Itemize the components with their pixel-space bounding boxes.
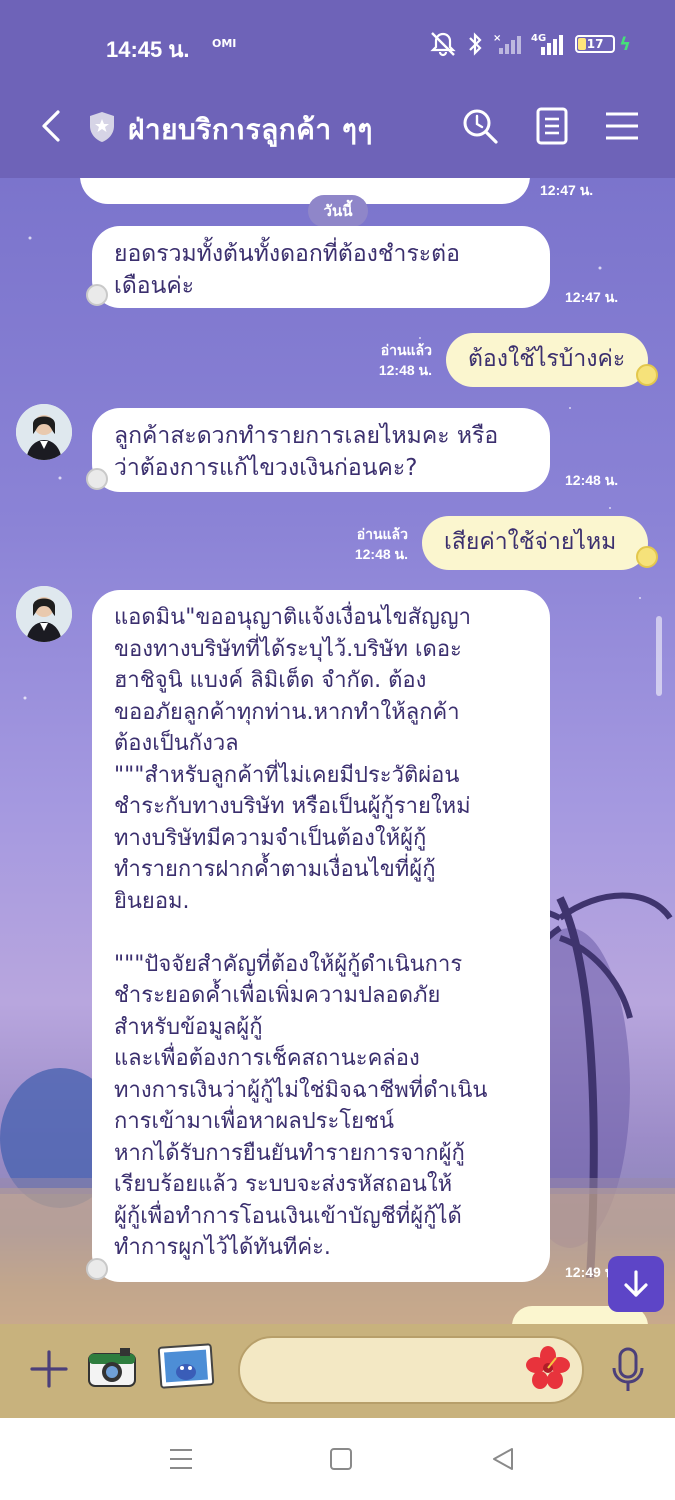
avatar-image (16, 586, 72, 642)
sender-sticker-icon (86, 1258, 108, 1280)
camera-button[interactable] (86, 1342, 138, 1394)
scrollbar[interactable] (656, 616, 662, 696)
status-time: 14:45 น. (106, 37, 190, 62)
message-bubble[interactable] (80, 178, 530, 204)
system-nav-bar (0, 1418, 675, 1500)
chat-title: ฝ่ายบริการลูกค้า ๆๆ (128, 113, 373, 146)
emoji-button[interactable] (524, 1344, 572, 1392)
back-button[interactable] (32, 106, 72, 146)
message-bubble[interactable]: ลูกค้าสะดวกทำรายการเลยไหมคะ หรือ ว่าต้อง… (92, 408, 550, 492)
sender-sticker-icon (86, 468, 108, 490)
chat-header: ฝ่ายบริการลูกค้า ๆๆ (0, 76, 675, 178)
chat-area[interactable]: 12:47 น. วันนี้ ยอดรวมทั้งต้นทั้งดอกที่ต… (0, 178, 675, 1324)
svg-text:×: × (493, 33, 501, 44)
read-label: อ่านแล้ว (380, 342, 432, 358)
input-bar (0, 1324, 675, 1418)
date-chip: วันนี้ (308, 195, 368, 227)
microphone-button[interactable] (608, 1346, 648, 1394)
charging-icon: ϟ (619, 33, 631, 55)
message-bubble[interactable]: ยอดรวมทั้งต้นทั้งดอกที่ต้องชำระต่อ เดือน… (92, 226, 550, 308)
menu-button[interactable] (602, 106, 642, 146)
svg-text:4G: 4G (531, 33, 546, 44)
agent-avatar[interactable] (16, 404, 72, 460)
battery-icon: 17 (575, 35, 616, 53)
back-nav-button[interactable] (488, 1444, 518, 1474)
read-label: อ่านแล้ว (356, 526, 408, 542)
avatar-image (16, 404, 72, 460)
message-time: 12:48 น. (565, 472, 619, 488)
agent-avatar[interactable] (16, 586, 72, 642)
signal-weak-icon: × (493, 33, 522, 54)
search-button[interactable] (460, 106, 500, 146)
gallery-button[interactable] (156, 1342, 216, 1392)
message-bubble-mine[interactable]: เสียค่าใช้จ่ายไหม (422, 516, 648, 570)
message-time: 12:48 น. (378, 362, 432, 378)
receiver-sticker-icon (636, 364, 658, 386)
status-icons: × 4G 17 ϟ (429, 30, 631, 58)
scroll-down-button[interactable] (608, 1256, 664, 1312)
notes-button[interactable] (532, 106, 572, 146)
read-receipt: อ่านแล้ว 12:48 น. (360, 340, 432, 380)
message-time: 12:48 น. (354, 546, 408, 562)
plus-button[interactable] (28, 1348, 70, 1390)
signal-4g-icon: 4G (531, 33, 564, 55)
sender-sticker-icon (86, 284, 108, 306)
receiver-sticker-icon (636, 546, 658, 568)
shield-icon (90, 112, 114, 142)
status-carrier: OMI (212, 37, 237, 50)
mute-icon (430, 32, 456, 57)
status-bar: 14:45 น. OMI × 4G 17 ϟ (0, 0, 675, 76)
message-time: 12:47 น. (540, 182, 594, 198)
bluetooth-icon (469, 32, 482, 56)
home-button[interactable] (326, 1444, 356, 1474)
message-time: 12:47 น. (565, 289, 619, 305)
message-bubble[interactable]: แอดมิน"ขออนุญาติแจ้งเงื่อนไขสัญญา ของทาง… (92, 590, 550, 1282)
battery-level: 17 (586, 37, 604, 51)
message-bubble-mine[interactable]: ต้องใช้ไรบ้างค่ะ (446, 333, 648, 387)
read-receipt: อ่านแล้ว 12:48 น. (336, 524, 408, 564)
arrow-down-icon (624, 1270, 648, 1297)
recent-apps-button[interactable] (166, 1444, 196, 1474)
